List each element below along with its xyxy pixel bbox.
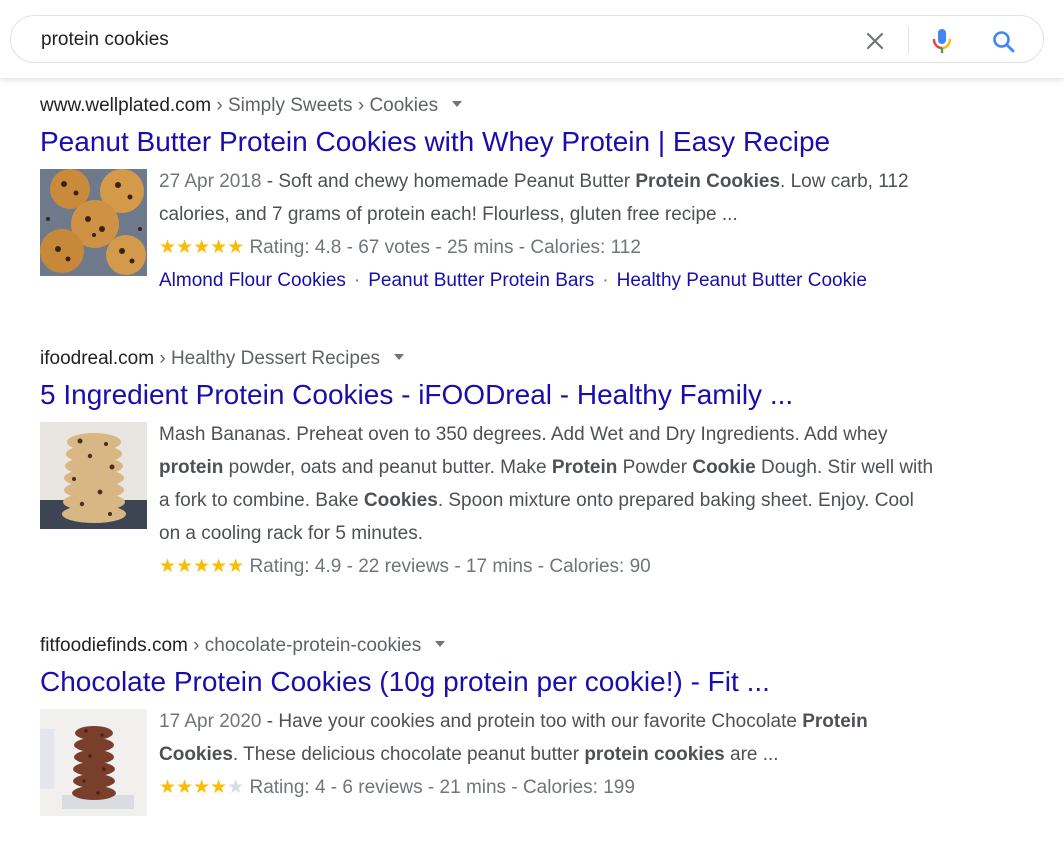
snippet-text: - Soft and chewy homemade Peanut Butter — [261, 171, 636, 192]
result-title-link[interactable]: Chocolate Protein Cookies (10g protein p… — [40, 665, 940, 699]
rating-details: Rating: 4 - 6 reviews - 21 mins - Calori… — [249, 777, 635, 798]
result-domain: www.wellplated.com — [40, 95, 212, 116]
result-title-link[interactable]: Peanut Butter Protein Cookies with Whey … — [40, 125, 940, 159]
result-breadcrumb[interactable]: www.wellplated.com › Simply Sweets › Coo… — [40, 94, 940, 118]
snippet-text: powder, oats and peanut butter. Make — [223, 457, 552, 478]
search-input[interactable] — [41, 28, 821, 52]
microphone-icon[interactable] — [929, 26, 955, 56]
search-header — [0, 0, 1064, 78]
result-snippet: 17 Apr 2020 - Have your cookies and prot… — [159, 705, 940, 804]
rating-details: Rating: 4.8 - 67 votes - 25 mins - Calor… — [249, 237, 641, 258]
snippet-text: - Have your cookies and protein too with… — [261, 711, 803, 732]
rating-stars: ★★★★★ — [159, 237, 245, 258]
search-divider — [908, 26, 909, 54]
rating-details: Rating: 4.9 - 22 reviews - 17 mins - Cal… — [249, 556, 651, 577]
result-path: › Healthy Dessert Recipes — [159, 348, 381, 369]
snippet-text: Powder — [617, 457, 693, 478]
rating-stars: ★★★★★ — [159, 556, 245, 577]
sitelink-healthy-peanut-butter-cookie[interactable]: Healthy Peanut Butter Cookie — [617, 270, 867, 291]
snippet-text: . These delicious chocolate peanut butte… — [232, 744, 585, 765]
snippet-highlight: protein — [159, 457, 224, 478]
clear-icon[interactable] — [863, 29, 887, 53]
snippet-text: Mash Bananas. Preheat oven to 350 degree… — [159, 424, 888, 445]
chocolate-cookie-stack-image[interactable] — [40, 709, 147, 816]
rating-stars-filled: ★★★★ — [159, 777, 228, 798]
stacked-oat-cookies-image[interactable] — [40, 422, 147, 529]
result-date: 17 Apr 2020 — [159, 711, 262, 732]
snippet-highlight: protein cookies — [584, 744, 725, 765]
result-path: › chocolate-protein-cookies — [193, 635, 422, 656]
sitelink-almond-flour-cookies[interactable]: Almond Flour Cookies — [159, 270, 346, 291]
result-snippet: 27 Apr 2018 - Soft and chewy homemade Pe… — [159, 165, 940, 297]
search-result: www.wellplated.com › Simply Sweets › Coo… — [40, 94, 940, 297]
search-result: fitfoodiefinds.com › chocolate-protein-c… — [40, 634, 940, 816]
search-icon[interactable] — [990, 28, 1018, 56]
search-result: ifoodreal.com › Healthy Dessert Recipes … — [40, 347, 940, 583]
sitelinks: Almond Flour Cookies · Peanut Butter Prote… — [159, 270, 867, 291]
peanut-butter-cookies-image[interactable] — [40, 169, 147, 276]
chevron-down-icon[interactable] — [452, 100, 463, 107]
result-title-link[interactable]: 5 Ingredient Protein Cookies - iFOODreal… — [40, 378, 940, 412]
result-breadcrumb[interactable]: fitfoodiefinds.com › chocolate-protein-c… — [40, 634, 940, 658]
result-snippet: Mash Bananas. Preheat oven to 350 degree… — [159, 418, 940, 583]
chevron-down-icon[interactable] — [394, 353, 405, 360]
snippet-text: are ... — [724, 744, 779, 765]
sitelink-peanut-butter-protein-bars[interactable]: Peanut Butter Protein Bars — [368, 270, 594, 291]
result-domain: fitfoodiefinds.com — [40, 635, 188, 656]
rating-stars: ★★★★★ — [159, 777, 244, 798]
result-date: 27 Apr 2018 — [159, 171, 262, 192]
search-box[interactable] — [10, 15, 1044, 63]
chevron-down-icon[interactable] — [435, 640, 446, 647]
snippet-highlight: Protein — [551, 457, 618, 478]
result-path: › Simply Sweets › Cookies — [216, 95, 439, 116]
sitelink-separator: · — [353, 270, 361, 291]
result-breadcrumb[interactable]: ifoodreal.com › Healthy Dessert Recipes — [40, 347, 940, 371]
sitelink-separator: · — [602, 270, 609, 291]
result-domain: ifoodreal.com — [40, 348, 155, 369]
snippet-highlight: Cookie — [692, 457, 756, 478]
snippet-highlight: Cookies — [363, 490, 438, 511]
snippet-highlight: Protein Cookies — [635, 171, 781, 192]
rating-stars-empty: ★ — [227, 777, 245, 798]
